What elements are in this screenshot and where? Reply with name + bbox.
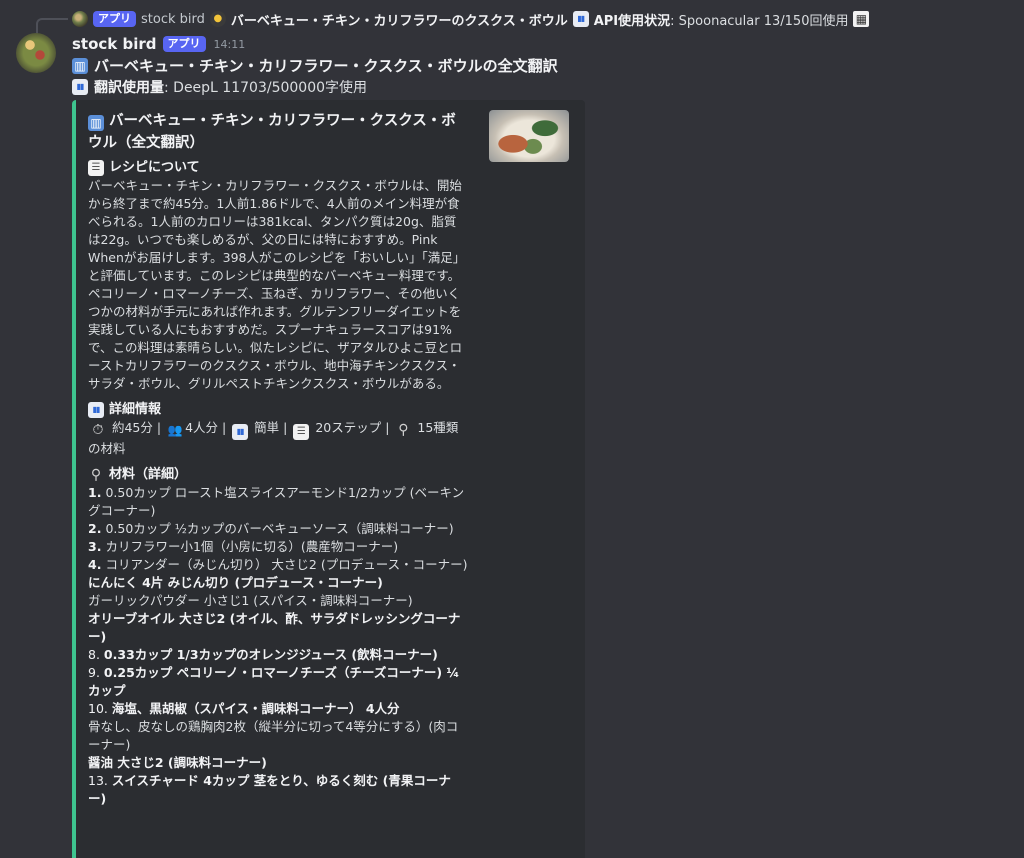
ingredient-number: 4. — [88, 557, 102, 572]
embed-body: バーベキュー・チキン・カリフラワー・クスクス・ボウル（全文翻訳） レシピについて… — [88, 110, 468, 808]
reply-reference[interactable]: アプリ stock bird バーベキュー・チキン・カリフラワーのクスクス・ボウ… — [72, 9, 870, 29]
ingredient-text: カリフラワー小1個（小房に切る）(農産物コーナー) — [105, 539, 399, 554]
book-icon — [88, 115, 104, 131]
detail-sep: | — [152, 420, 166, 435]
reply-spine — [36, 18, 68, 34]
ingredient-number: 8. — [88, 647, 100, 662]
reply-avatar[interactable] — [72, 11, 88, 27]
ingredient-number: 1. — [88, 485, 102, 500]
reply-app-badge: アプリ — [93, 11, 136, 27]
usage-label: 翻訳使用量 — [94, 80, 164, 96]
ingredient-text: コリアンダー（みじん切り） 大さじ2 (プロデュース・コーナー) — [105, 557, 468, 572]
ingredient-item: 骨なし、皮なしの鶏胸肉2枚（縦半分に切って4等分にする）(肉コーナー) — [88, 718, 468, 754]
detail-sep: | — [279, 420, 292, 435]
ingredient-text: 骨なし、皮なしの鶏胸肉2枚（縦半分に切って4等分にする）(肉コーナー) — [88, 719, 459, 752]
ingredient-item: 1. 0.50カップ ロースト塩スライスアーモンド1/2カップ (ベーキングコー… — [88, 484, 468, 520]
book-icon — [72, 57, 88, 74]
reply-title[interactable]: バーベキュー・チキン・カリフラワーのクスクス・ボウル — [231, 10, 568, 29]
chat-view: アプリ stock bird バーベキュー・チキン・カリフラワーのクスクス・ボウ… — [0, 0, 1024, 858]
ingredient-number: 9. — [88, 665, 100, 680]
recipe-thumbnail[interactable] — [489, 110, 569, 162]
ingredient-text: 0.33カップ 1/3カップのオレンジジュース (飲料コーナー) — [103, 647, 438, 662]
chart-icon — [72, 79, 88, 95]
detail-servings: 4人分 — [185, 420, 219, 435]
ingredient-item: 2. 0.50カップ ½カップのバーベキューソース（調味料コーナー) — [88, 520, 468, 538]
people-icon — [167, 422, 183, 438]
clipboard-icon — [293, 424, 310, 440]
ingredient-item: オリーブオイル 大さじ2 (オイル、酢、サラダドレッシングコーナー) — [88, 610, 468, 646]
ingredient-number: 10. — [88, 701, 108, 716]
about-heading: レシピについて — [88, 159, 468, 177]
ingredient-list: 1. 0.50カップ ロースト塩スライスアーモンド1/2カップ (ベーキングコー… — [88, 484, 468, 808]
ingredient-item: 3. カリフラワー小1個（小房に切る）(農産物コーナー) — [88, 538, 468, 556]
ingredient-text: 海塩、黒胡椒（スパイス・調味料コーナー） 4人分 — [111, 701, 400, 716]
detail-difficulty: 簡単 — [254, 420, 280, 435]
reply-stats-value: : Spoonacular 13/150回使用 — [670, 13, 849, 29]
detail-time: 約45分 — [111, 420, 153, 435]
message-title: バーベキュー・チキン・カリフラワー・クスクス・ボウルの全文翻訳 — [72, 55, 558, 76]
ingredient-item: 4. コリアンダー（みじん切り） 大さじ2 (プロデュース・コーナー) — [88, 556, 468, 574]
avatar[interactable] — [16, 33, 56, 73]
details-heading-text: 詳細情報 — [109, 402, 162, 417]
ingredient-item: 醤油 大さじ2 (調味料コーナー) — [88, 754, 468, 772]
ingredient-number: 2. — [88, 521, 102, 536]
message-timestamp[interactable]: 14:11 — [214, 38, 246, 51]
timer-icon — [90, 422, 106, 438]
ingredient-item: 13. スイスチャード 4カップ 茎をとり、ゆるく刻む (青果コーナー) — [88, 772, 468, 808]
about-heading-text: レシピについて — [109, 160, 200, 175]
ingredient-text: ガーリックパウダー 小さじ1 (スパイス・調味料コーナー) — [88, 593, 413, 608]
ingredient-item: にんにく 4片 みじん切り (プロデュース・コーナー) — [88, 574, 468, 592]
ingredient-text: にんにく 4片 みじん切り (プロデュース・コーナー) — [88, 575, 383, 590]
ingredient-text: 0.25カップ ペコリーノ・ロマーノチーズ（チーズコーナー) ¼カップ — [88, 665, 460, 698]
ingredients-heading: 材料（詳細） — [88, 466, 468, 484]
usage-value: : DeepL 11703/500000字使用 — [164, 80, 368, 96]
egg-icon — [209, 11, 226, 27]
ingredient-text: 0.50カップ ½カップのバーベキューソース（調味料コーナー) — [105, 521, 454, 536]
ingredient-number: 3. — [88, 539, 102, 554]
reply-stats: API使用状況: Spoonacular 13/150回使用 — [594, 10, 849, 29]
detail-steps: 20ステップ — [315, 420, 382, 435]
ingredient-text: 醤油 大さじ2 (調味料コーナー) — [88, 755, 267, 770]
clipboard-icon — [88, 160, 104, 176]
ingredient-text: オリーブオイル 大さじ2 (オイル、酢、サラダドレッシングコーナー) — [88, 611, 461, 644]
reply-stats-label: API使用状況 — [593, 13, 671, 29]
about-text: バーベキュー・チキン・カリフラワー・クスクス・ボウルは、開始から終了まで約45分… — [88, 178, 466, 391]
chart-icon — [232, 424, 249, 440]
usage-line: 翻訳使用量: DeepL 11703/500000字使用 — [72, 77, 367, 97]
detail-sep: | — [381, 420, 394, 435]
message-header: stock bird アプリ 14:11 — [72, 35, 245, 53]
chart-icon — [88, 402, 104, 418]
ingredient-number: 13. — [88, 773, 108, 788]
ingredient-item: 9. 0.25カップ ペコリーノ・ロマーノチーズ（チーズコーナー) ¼カップ — [88, 664, 468, 700]
ingredient-item: 10. 海塩、黒胡椒（スパイス・調味料コーナー） 4人分 — [88, 700, 468, 718]
ingredients-heading-text: 材料（詳細） — [109, 467, 188, 482]
embed-title: バーベキュー・チキン・カリフラワー・クスクス・ボウル（全文翻訳） — [88, 110, 468, 154]
message-title-text: バーベキュー・チキン・カリフラワー・クスクス・ボウルの全文翻訳 — [94, 57, 558, 75]
embed-title-text: バーベキュー・チキン・カリフラワー・クスクス・ボウル（全文翻訳） — [88, 113, 456, 151]
ingredient-item: 8. 0.33カップ 1/3カップのオレンジジュース (飲料コーナー) — [88, 646, 468, 664]
details-heading: 詳細情報 — [88, 401, 468, 419]
detail-sep: | — [218, 420, 231, 435]
image-icon — [853, 11, 870, 27]
message-author[interactable]: stock bird — [72, 35, 157, 53]
pin-icon — [88, 467, 104, 483]
reply-author[interactable]: stock bird — [141, 12, 205, 27]
ingredient-text: スイスチャード 4カップ 茎をとり、ゆるく刻む (青果コーナー) — [88, 773, 451, 806]
recipe-embed: バーベキュー・チキン・カリフラワー・クスクス・ボウル（全文翻訳） レシピについて… — [72, 100, 585, 858]
details-line: 約45分 | 4人分 | 簡単 | 20ステップ | 15種類の材料 — [88, 419, 468, 458]
chart-icon — [572, 11, 589, 27]
app-badge: アプリ — [162, 36, 206, 52]
ingredient-text: 0.50カップ ロースト塩スライスアーモンド1/2カップ (ベーキングコーナー) — [88, 485, 465, 518]
pin-icon — [395, 422, 411, 438]
ingredient-item: ガーリックパウダー 小さじ1 (スパイス・調味料コーナー) — [88, 592, 468, 610]
